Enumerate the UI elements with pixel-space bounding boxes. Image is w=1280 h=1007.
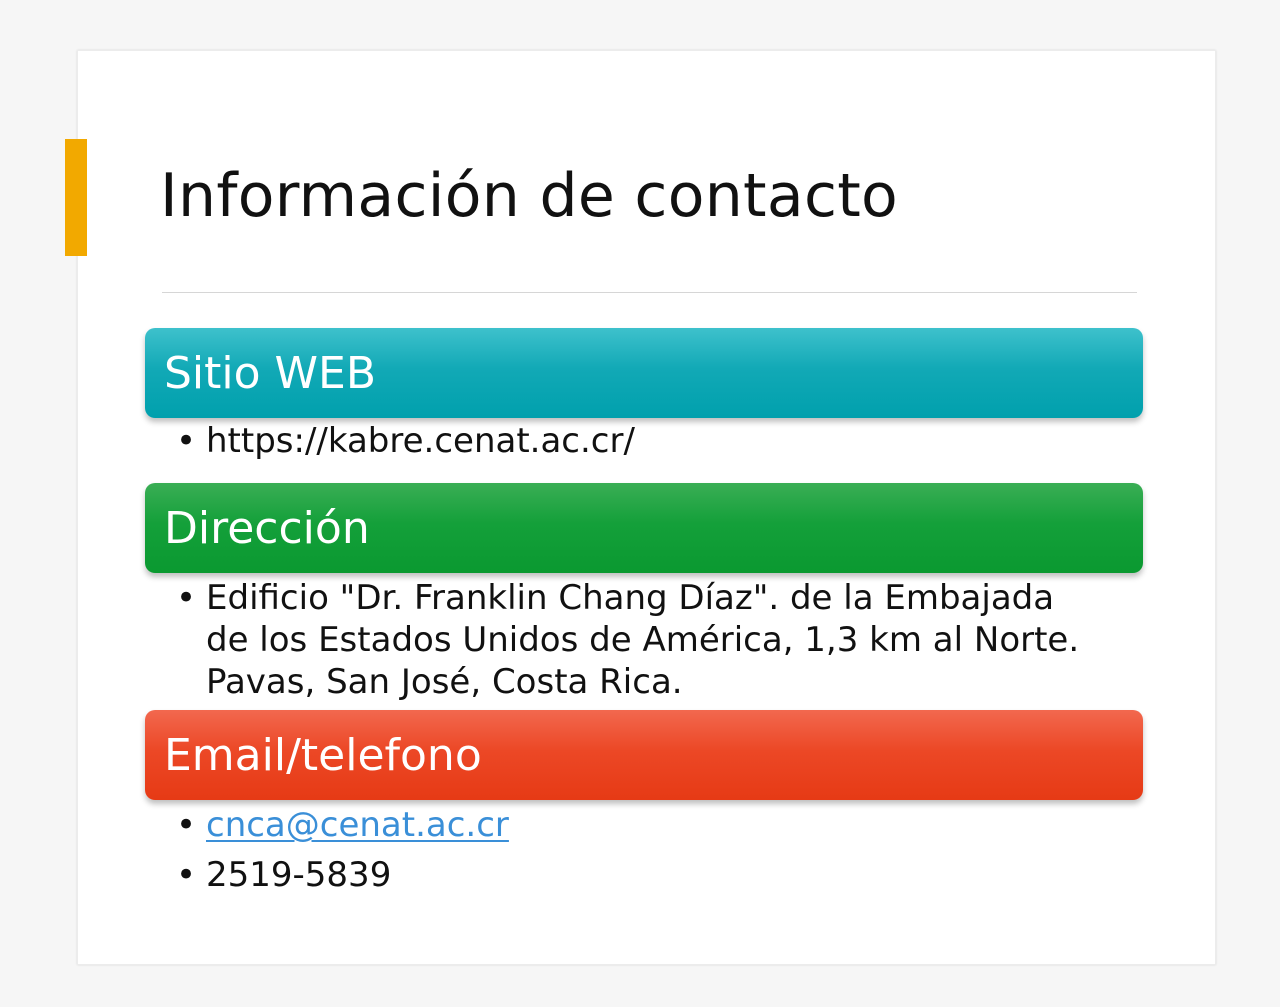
section-header-label: Email/telefono	[164, 729, 482, 781]
title-divider	[162, 292, 1137, 293]
list-item-address: • Edificio "Dr. Franklin Chang Díaz". de…	[176, 577, 1106, 703]
website-url-text: https://kabre.cenat.ac.cr/	[206, 421, 635, 461]
email-link[interactable]: cnca@cenat.ac.cr	[206, 804, 1126, 846]
list-item-email: • cnca@cenat.ac.cr	[176, 804, 1126, 846]
bullet-icon: •	[176, 578, 197, 618]
title-accent-bar	[65, 139, 87, 256]
list-item-phone: • 2519-5839	[176, 854, 1126, 896]
bullet-icon: •	[176, 855, 197, 895]
section-header-label: Dirección	[164, 502, 370, 554]
phone-text: 2519-5839	[206, 855, 392, 895]
slide-title: Información de contacto	[160, 161, 899, 231]
bullet-icon: •	[176, 421, 197, 461]
list-item-website: • https://kabre.cenat.ac.cr/	[176, 420, 1126, 462]
section-header-contact: Email/telefono	[145, 710, 1143, 800]
section-header-address: Dirección	[145, 483, 1143, 573]
bullet-icon: •	[176, 805, 197, 845]
address-text: Edificio "Dr. Franklin Chang Díaz". de l…	[206, 578, 1080, 702]
section-header-website: Sitio WEB	[145, 328, 1143, 418]
section-header-label: Sitio WEB	[164, 347, 377, 399]
